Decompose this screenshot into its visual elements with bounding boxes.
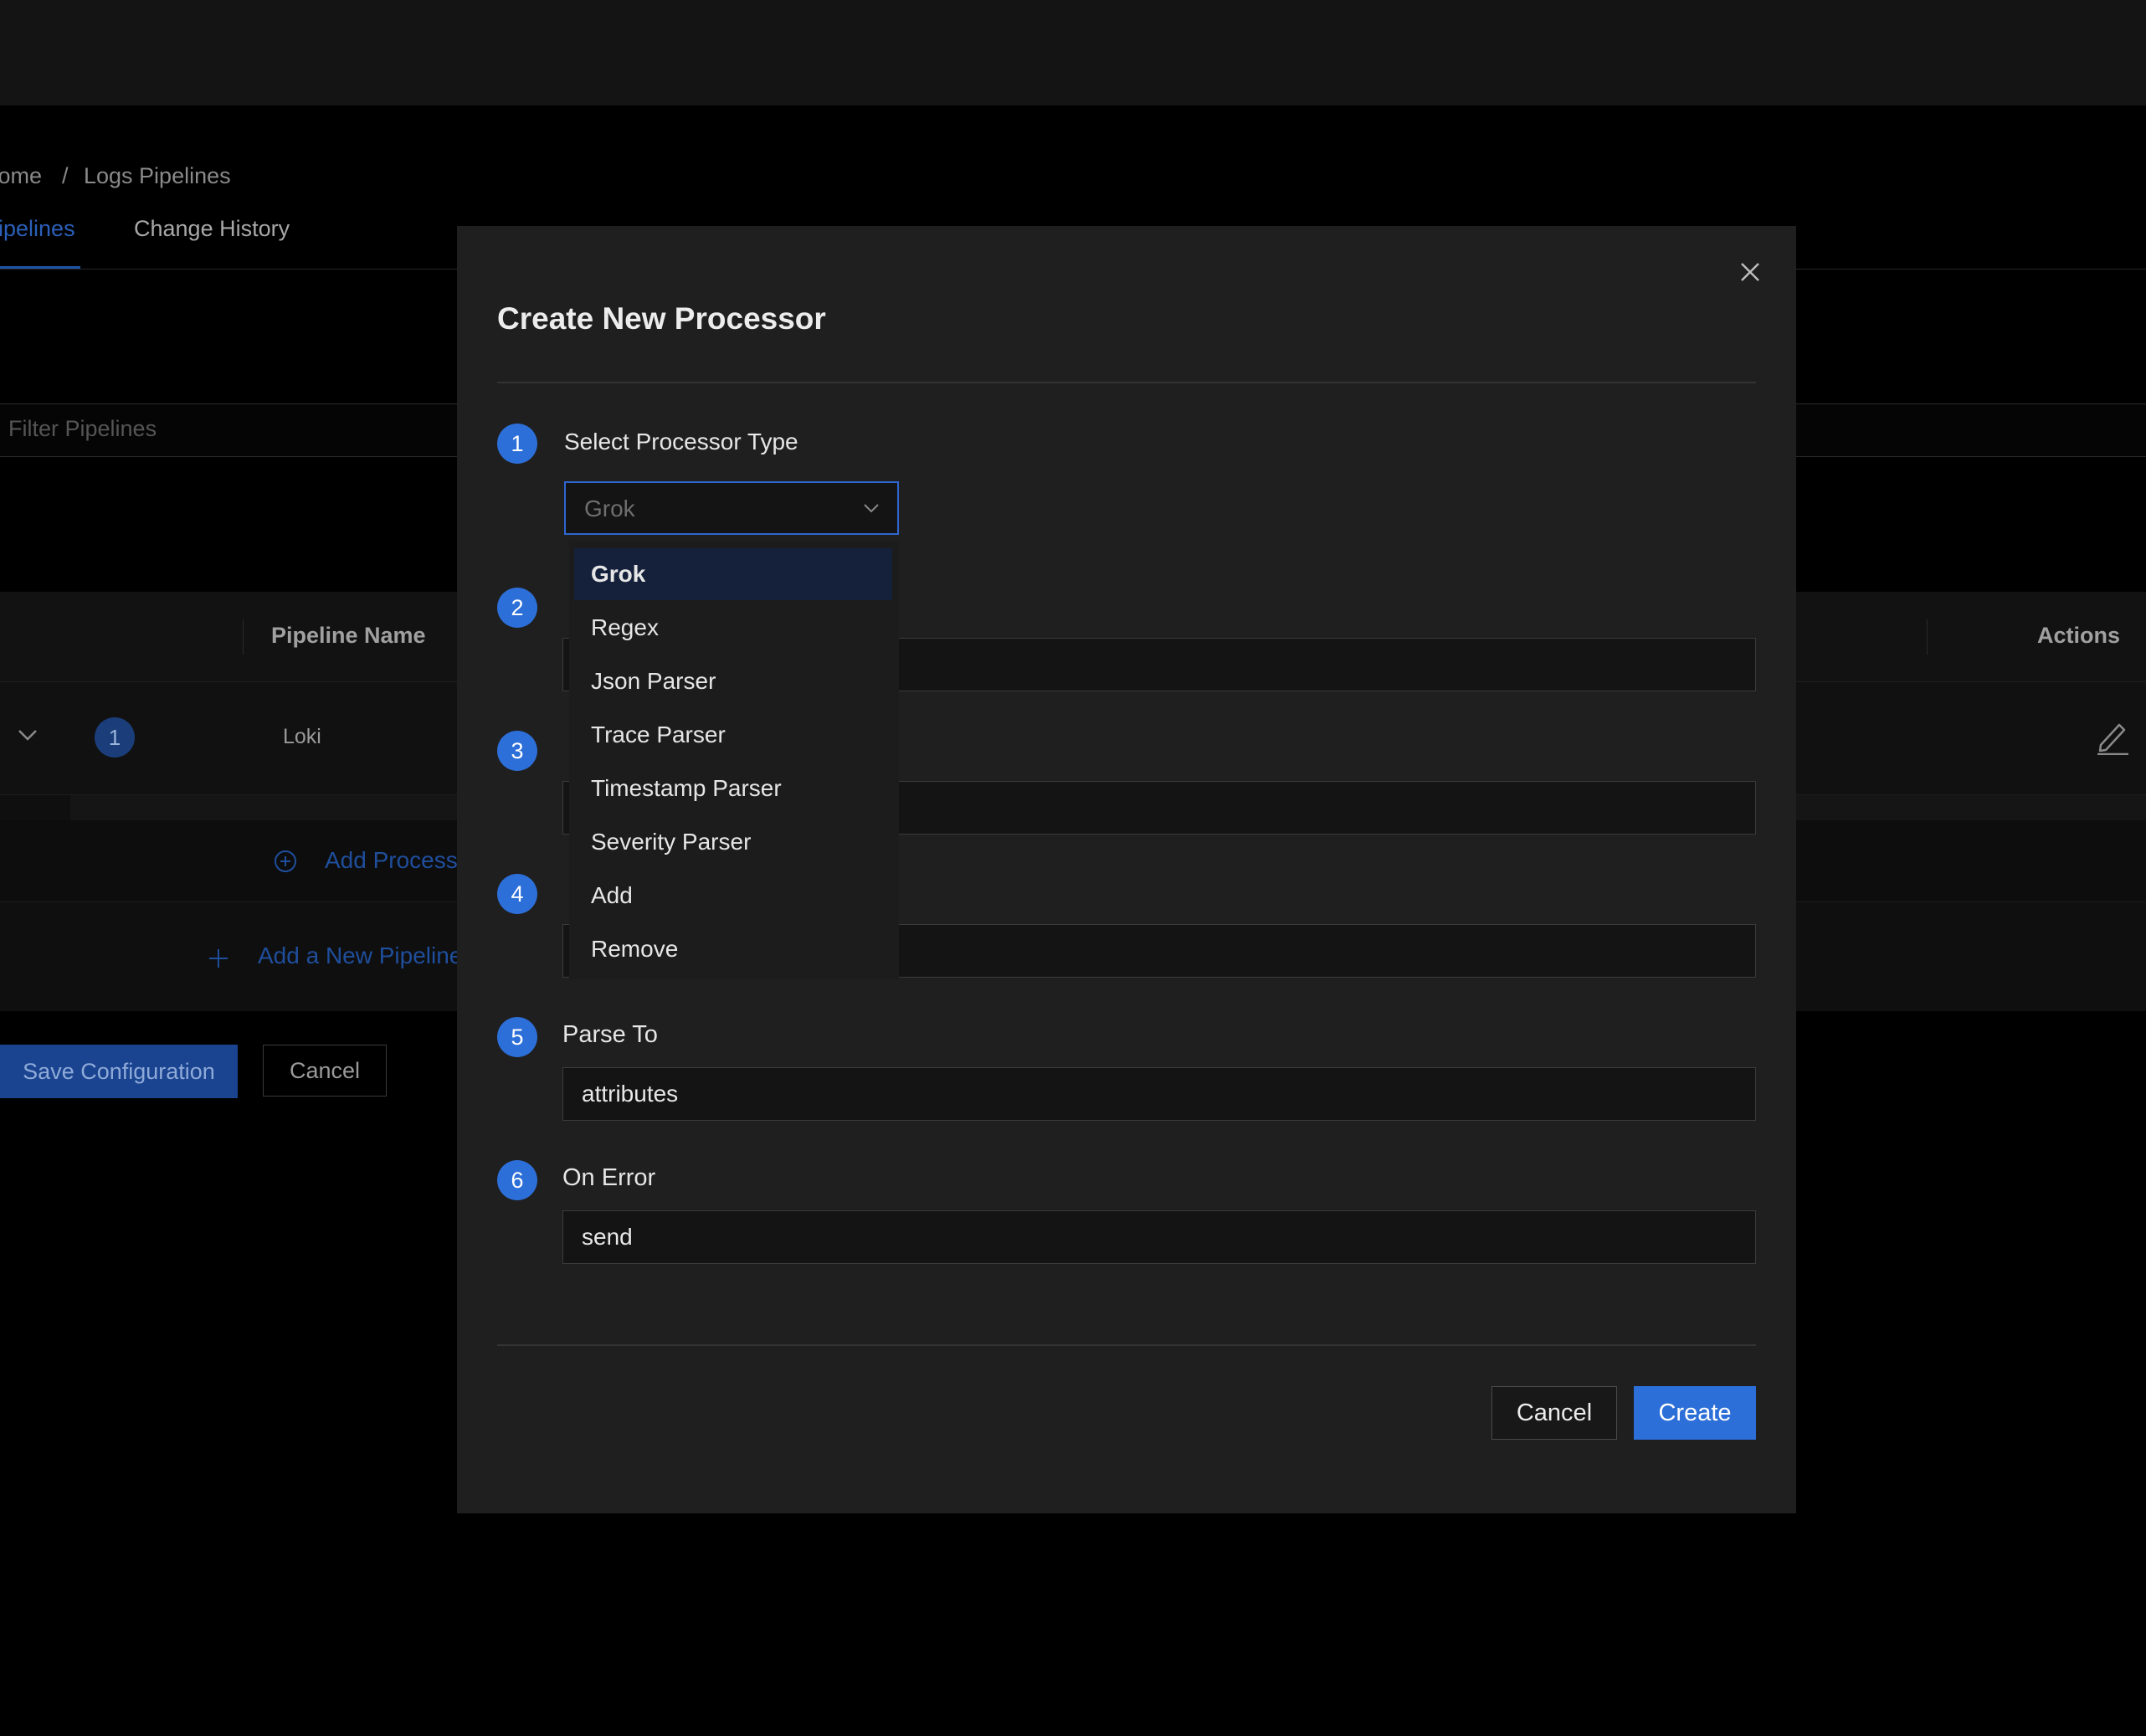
column-separator xyxy=(1927,619,1928,655)
add-processor-link[interactable]: Add Processor xyxy=(325,847,479,874)
step-badge-6: 6 xyxy=(497,1160,537,1200)
chevron-down-icon[interactable] xyxy=(862,499,880,517)
dropdown-option-remove[interactable]: Remove xyxy=(574,923,892,975)
pencil-icon[interactable] xyxy=(2096,718,2129,755)
cancel-button[interactable]: Cancel xyxy=(1491,1386,1617,1440)
tab-pipelines[interactable]: Pipelines xyxy=(0,216,75,242)
column-separator xyxy=(243,619,244,655)
modal-header-divider xyxy=(497,382,1756,383)
dropdown-option-json-parser[interactable]: Json Parser xyxy=(574,655,892,707)
processor-type-select-value: Grok xyxy=(584,496,635,521)
pipeline-order-badge: 1 xyxy=(95,717,135,758)
save-configuration-button[interactable]: Save Configuration xyxy=(0,1045,238,1098)
create-button[interactable]: Create xyxy=(1634,1386,1756,1440)
dropdown-option-grok[interactable]: Grok xyxy=(574,548,892,600)
step-badge-2: 2 xyxy=(497,588,537,628)
on-error-label: On Error xyxy=(562,1164,656,1191)
tab-change-history[interactable]: Change History xyxy=(134,216,290,242)
dropdown-option-regex[interactable]: Regex xyxy=(574,602,892,654)
filter-placeholder: Filter Pipelines xyxy=(8,416,157,441)
dropdown-option-add[interactable]: Add xyxy=(574,870,892,922)
step-badge-4: 4 xyxy=(497,874,537,914)
dropdown-option-trace-parser[interactable]: Trace Parser xyxy=(574,709,892,761)
pipeline-name-cell: Loki xyxy=(283,725,321,748)
dropdown-option-severity-parser[interactable]: Severity Parser xyxy=(574,816,892,868)
breadcrumb-current: Logs Pipelines xyxy=(84,163,231,188)
chevron-down-icon[interactable] xyxy=(17,724,39,746)
parse-to-input[interactable]: attributes xyxy=(562,1067,1756,1121)
breadcrumb-separator: / xyxy=(62,163,69,188)
step-badge-5: 5 xyxy=(497,1017,537,1057)
plus-circle-icon[interactable] xyxy=(273,849,298,874)
modal-title: Create New Processor xyxy=(497,301,826,336)
step-badge-1: 1 xyxy=(497,424,537,464)
dropdown-option-timestamp-parser[interactable]: Timestamp Parser xyxy=(574,763,892,814)
page-cancel-button[interactable]: Cancel xyxy=(263,1045,387,1097)
close-icon[interactable] xyxy=(1736,258,1764,286)
column-header-pipeline-name: Pipeline Name xyxy=(271,623,426,648)
breadcrumb-home[interactable]: Home xyxy=(0,163,42,189)
on-error-input[interactable]: send xyxy=(562,1210,1756,1264)
step-badge-3: 3 xyxy=(497,731,537,771)
processor-type-label: Select Processor Type xyxy=(564,429,798,455)
column-header-actions: Actions xyxy=(2037,623,2121,648)
parse-to-label: Parse To xyxy=(562,1021,658,1048)
add-new-pipeline-link[interactable]: Add a New Pipeline xyxy=(258,942,462,969)
plus-icon[interactable] xyxy=(206,946,231,971)
top-navigation-bar xyxy=(0,0,2146,105)
modal-footer-divider xyxy=(497,1344,1756,1346)
